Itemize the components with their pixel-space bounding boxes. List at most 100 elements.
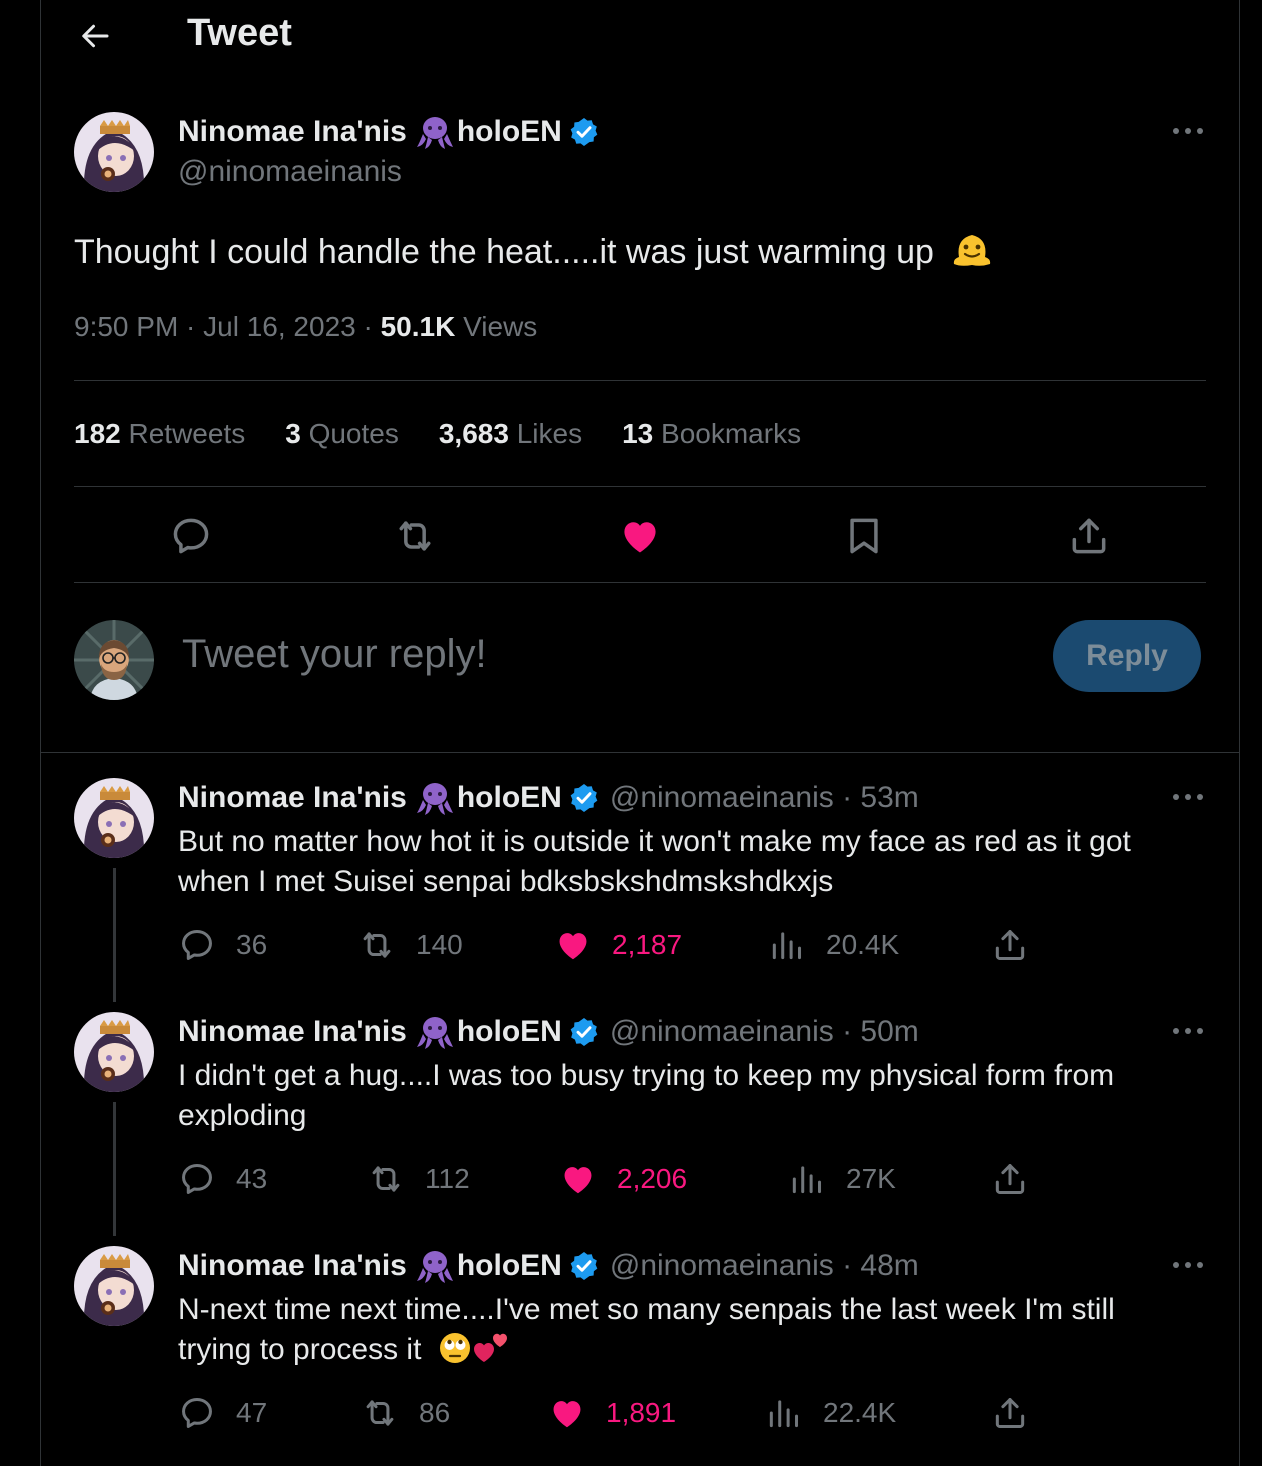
- views-count: 27K: [846, 1163, 896, 1194]
- author-name-row[interactable]: Ninomae Ina'nis holoEN: [178, 114, 600, 150]
- quotes-stat[interactable]: 3 Quotes: [285, 418, 399, 450]
- reply-action-views[interactable]: 27K: [788, 1160, 896, 1198]
- bookmark-icon[interactable]: [842, 514, 886, 558]
- reply-author-avatar[interactable]: [74, 1246, 154, 1326]
- reply-action-like[interactable]: 2,187: [554, 926, 682, 964]
- bookmarks-count: 13: [622, 418, 654, 449]
- back-arrow-icon[interactable]: [77, 18, 113, 54]
- bookmarks-stat[interactable]: 13 Bookmarks: [622, 418, 801, 450]
- like-count: 2,206: [617, 1163, 688, 1194]
- section-divider: [41, 752, 1239, 753]
- reply-action-retweet[interactable]: 86: [361, 1394, 450, 1432]
- reply-meta[interactable]: @ninomaeinanis · 53m: [610, 781, 919, 815]
- share-icon[interactable]: [991, 1160, 1029, 1198]
- likes-stat[interactable]: 3,683 Likes: [439, 418, 582, 450]
- views-count: 50.1K: [380, 311, 456, 342]
- page-title: Tweet: [187, 12, 292, 54]
- octopus-icon: [415, 1248, 455, 1284]
- octopus-icon: [415, 114, 455, 150]
- reply-author-name[interactable]: Ninomae Ina'nis: [178, 1015, 407, 1049]
- reply-action-like[interactable]: 2,206: [559, 1160, 687, 1198]
- melting-face-emoji-icon: [954, 235, 991, 266]
- reply-action-retweet[interactable]: 140: [358, 926, 463, 964]
- reply-author-row[interactable]: Ninomae Ina'nis holoEN @ninomaeinanis · …: [178, 780, 919, 816]
- like-count: 2,187: [612, 929, 683, 960]
- two-hearts-emoji-icon: [473, 1333, 507, 1362]
- reply-meta[interactable]: @ninomaeinanis · 48m: [610, 1249, 919, 1283]
- reply-author-avatar[interactable]: [74, 1012, 154, 1092]
- retweet-icon: [361, 1394, 399, 1432]
- reply-action-views[interactable]: 20.4K: [768, 926, 899, 964]
- tweet-text-row: Thought I could handle the heat.....it w…: [74, 229, 993, 274]
- reply-meta[interactable]: @ninomaeinanis · 50m: [610, 1015, 919, 1049]
- octopus-icon: [415, 1014, 455, 1050]
- reply-author-name[interactable]: Ninomae Ina'nis: [178, 781, 407, 815]
- retweets-stat[interactable]: 182 Retweets: [74, 418, 245, 450]
- reply-action-views[interactable]: 22.4K: [765, 1394, 896, 1432]
- reply-action-reply[interactable]: 47: [178, 1394, 267, 1432]
- tweet-meta: 9:50 PM · Jul 16, 2023 · 50.1K Views: [74, 311, 537, 343]
- bookmarks-label: Bookmarks: [661, 418, 802, 449]
- tweet-timestamp[interactable]: 9:50 PM · Jul 16, 2023 ·: [74, 311, 373, 342]
- author-avatar[interactable]: [74, 112, 154, 192]
- reply-button[interactable]: Reply: [1053, 620, 1201, 692]
- like-heart-icon: [559, 1160, 597, 1198]
- thread-connector-line: [113, 1102, 116, 1236]
- thread-connector-line: [113, 868, 116, 1002]
- reply-author-row[interactable]: Ninomae Ina'nis holoEN @ninomaeinanis · …: [178, 1014, 919, 1050]
- retweet-icon[interactable]: [393, 514, 437, 558]
- views-count: 20.4K: [826, 929, 900, 960]
- quotes-label: Quotes: [308, 418, 399, 449]
- rolling-eyes-emoji-icon: [439, 1333, 470, 1363]
- retweets-label: Retweets: [128, 418, 246, 449]
- divider: [74, 380, 1206, 381]
- more-options-icon[interactable]: [1171, 126, 1205, 136]
- views-icon: [788, 1160, 826, 1198]
- reply-count: 47: [236, 1397, 268, 1428]
- more-options-icon[interactable]: [1171, 1260, 1205, 1270]
- octopus-icon: [415, 780, 455, 816]
- tweet-stats: 182 Retweets 3 Quotes 3,683 Likes 13 Boo…: [74, 418, 801, 450]
- retweet-icon: [358, 926, 396, 964]
- retweet-icon: [367, 1160, 405, 1198]
- share-icon[interactable]: [991, 1394, 1029, 1432]
- reply-icon: [178, 1160, 216, 1198]
- reply-action-reply[interactable]: 36: [178, 926, 267, 964]
- author-name[interactable]: Ninomae Ina'nis: [178, 115, 407, 149]
- like-count: 1,891: [606, 1397, 677, 1428]
- more-options-icon[interactable]: [1171, 792, 1205, 802]
- verified-badge-icon[interactable]: [568, 116, 600, 148]
- divider: [74, 486, 1206, 487]
- current-user-avatar[interactable]: [74, 620, 154, 700]
- share-icon[interactable]: [991, 926, 1029, 964]
- tweet-detail-column: Tweet Ninomae Ina'nis holoEN @ninomaeina…: [40, 0, 1240, 1466]
- reply-author-row[interactable]: Ninomae Ina'nis holoEN @ninomaeinanis · …: [178, 1248, 919, 1284]
- author-suffix: holoEN: [456, 115, 562, 148]
- reply-author-suffix: holoEN: [456, 1249, 562, 1282]
- retweet-count: 86: [419, 1397, 451, 1428]
- likes-count: 3,683: [438, 418, 509, 449]
- more-options-icon[interactable]: [1171, 1026, 1205, 1036]
- verified-badge-icon[interactable]: [568, 782, 600, 814]
- reply-text-block: N-next time next time....I've met so man…: [178, 1290, 1188, 1370]
- verified-badge-icon[interactable]: [568, 1250, 600, 1282]
- reply-action-reply[interactable]: 43: [178, 1160, 267, 1198]
- author-handle[interactable]: @ninomaeinanis: [178, 155, 402, 189]
- divider: [74, 582, 1206, 583]
- reply-author-name[interactable]: Ninomae Ina'nis: [178, 1249, 407, 1283]
- views-icon: [768, 926, 806, 964]
- like-heart-icon: [548, 1394, 586, 1432]
- quotes-count: 3: [285, 418, 301, 449]
- like-heart-icon[interactable]: [618, 514, 662, 558]
- reply-author-suffix: holoEN: [456, 1015, 562, 1048]
- verified-badge-icon[interactable]: [568, 1016, 600, 1048]
- reply-author-avatar[interactable]: [74, 778, 154, 858]
- views-label: Views: [463, 311, 538, 342]
- reply-action-like[interactable]: 1,891: [548, 1394, 676, 1432]
- views-count: 22.4K: [823, 1397, 897, 1428]
- reply-input[interactable]: Tweet your reply!: [182, 632, 487, 677]
- reply-icon[interactable]: [169, 514, 213, 558]
- share-icon[interactable]: [1067, 514, 1111, 558]
- reply-action-retweet[interactable]: 112: [367, 1160, 470, 1198]
- tweet-text: Thought I could handle the heat.....it w…: [74, 233, 934, 271]
